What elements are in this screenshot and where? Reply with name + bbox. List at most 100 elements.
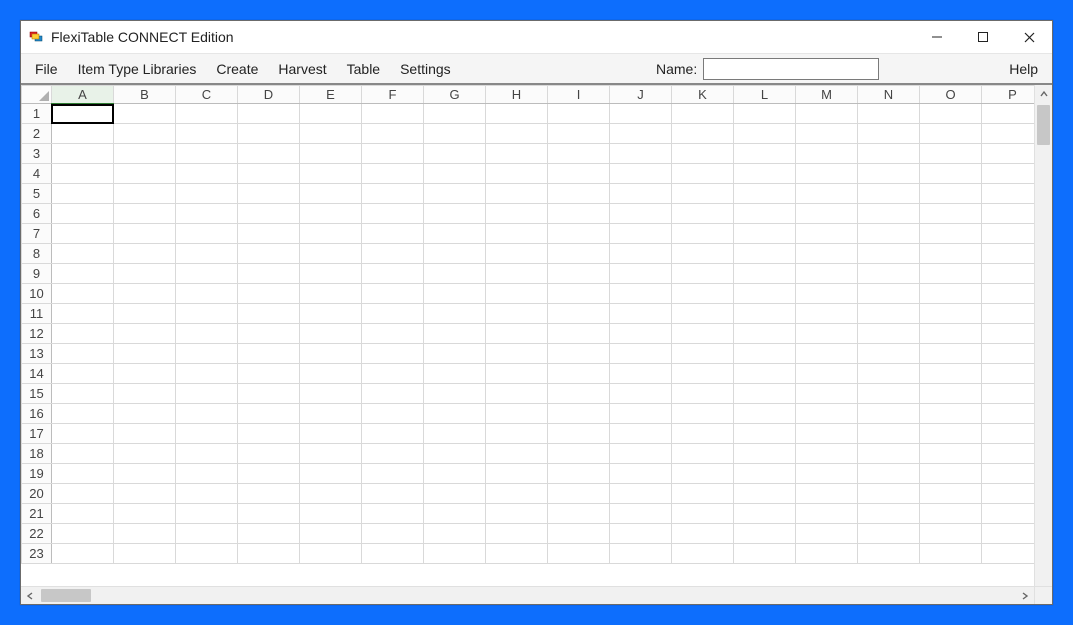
cell[interactable] — [362, 104, 424, 124]
cell[interactable] — [672, 324, 734, 344]
cell[interactable] — [300, 404, 362, 424]
cell[interactable] — [548, 224, 610, 244]
cell[interactable] — [920, 304, 982, 324]
cell[interactable] — [176, 344, 238, 364]
cell[interactable] — [548, 324, 610, 344]
cell[interactable] — [300, 304, 362, 324]
cell[interactable] — [486, 404, 548, 424]
cell[interactable] — [796, 544, 858, 564]
row-header[interactable]: 10 — [22, 284, 52, 304]
cell[interactable] — [114, 144, 176, 164]
row-header[interactable]: 23 — [22, 544, 52, 564]
horizontal-scrollbar[interactable] — [21, 586, 1052, 604]
cell[interactable] — [52, 404, 114, 424]
cell[interactable] — [362, 464, 424, 484]
spreadsheet-grid[interactable]: ABCDEFGHIJKLMNOP 12345678910111213141516… — [21, 85, 1034, 564]
scroll-up-arrow-icon[interactable] — [1035, 85, 1052, 103]
cell[interactable] — [672, 384, 734, 404]
cell[interactable] — [176, 484, 238, 504]
cell[interactable] — [424, 544, 486, 564]
name-input[interactable] — [703, 58, 879, 80]
column-header[interactable]: A — [52, 86, 114, 104]
cell[interactable] — [362, 484, 424, 504]
cell[interactable] — [796, 464, 858, 484]
cell[interactable] — [672, 104, 734, 124]
cell[interactable] — [176, 444, 238, 464]
cell[interactable] — [238, 244, 300, 264]
cell[interactable] — [424, 464, 486, 484]
cell[interactable] — [858, 424, 920, 444]
cell[interactable] — [300, 164, 362, 184]
cell[interactable] — [362, 444, 424, 464]
cell[interactable] — [858, 184, 920, 204]
cell[interactable] — [52, 144, 114, 164]
cell[interactable] — [300, 284, 362, 304]
cell[interactable] — [610, 504, 672, 524]
cell[interactable] — [734, 104, 796, 124]
cell[interactable] — [734, 424, 796, 444]
cell[interactable] — [300, 544, 362, 564]
row-header[interactable]: 12 — [22, 324, 52, 344]
cell[interactable] — [548, 124, 610, 144]
cell[interactable] — [858, 224, 920, 244]
cell[interactable] — [114, 184, 176, 204]
cell[interactable] — [238, 444, 300, 464]
cell[interactable] — [734, 344, 796, 364]
row-header[interactable]: 11 — [22, 304, 52, 324]
cell[interactable] — [548, 264, 610, 284]
cell[interactable] — [920, 484, 982, 504]
cell[interactable] — [920, 264, 982, 284]
cell[interactable] — [858, 324, 920, 344]
cell[interactable] — [672, 224, 734, 244]
cell[interactable] — [300, 484, 362, 504]
cell[interactable] — [424, 224, 486, 244]
cell[interactable] — [858, 144, 920, 164]
cell[interactable] — [796, 264, 858, 284]
cell[interactable] — [300, 444, 362, 464]
cell[interactable] — [176, 524, 238, 544]
cell[interactable] — [362, 224, 424, 244]
cell[interactable] — [52, 444, 114, 464]
cell[interactable] — [672, 244, 734, 264]
cell[interactable] — [920, 524, 982, 544]
cell[interactable] — [548, 184, 610, 204]
cell[interactable] — [548, 144, 610, 164]
cell[interactable] — [920, 504, 982, 524]
cell[interactable] — [486, 504, 548, 524]
cell[interactable] — [300, 264, 362, 284]
cell[interactable] — [300, 464, 362, 484]
cell[interactable] — [238, 304, 300, 324]
cell[interactable] — [238, 204, 300, 224]
cell[interactable] — [734, 444, 796, 464]
cell[interactable] — [796, 384, 858, 404]
cell[interactable] — [610, 484, 672, 504]
cell[interactable] — [734, 124, 796, 144]
cell[interactable] — [238, 344, 300, 364]
cell[interactable] — [424, 444, 486, 464]
cell[interactable] — [300, 204, 362, 224]
cell[interactable] — [52, 124, 114, 144]
cell[interactable] — [486, 224, 548, 244]
cell[interactable] — [920, 324, 982, 344]
cell[interactable] — [548, 304, 610, 324]
cell[interactable] — [734, 204, 796, 224]
cell[interactable] — [734, 364, 796, 384]
cell[interactable] — [548, 444, 610, 464]
cell[interactable] — [672, 144, 734, 164]
cell[interactable] — [610, 264, 672, 284]
menu-help[interactable]: Help — [999, 57, 1048, 81]
cell[interactable] — [796, 364, 858, 384]
cell[interactable] — [486, 104, 548, 124]
cell[interactable] — [610, 144, 672, 164]
cell[interactable] — [920, 104, 982, 124]
cell[interactable] — [734, 304, 796, 324]
cell[interactable] — [300, 104, 362, 124]
cell[interactable] — [920, 404, 982, 424]
cell[interactable] — [52, 184, 114, 204]
cell[interactable] — [672, 364, 734, 384]
cell[interactable] — [548, 204, 610, 224]
cell[interactable] — [176, 184, 238, 204]
cell[interactable] — [424, 484, 486, 504]
cell[interactable] — [362, 164, 424, 184]
row-header[interactable]: 1 — [22, 104, 52, 124]
